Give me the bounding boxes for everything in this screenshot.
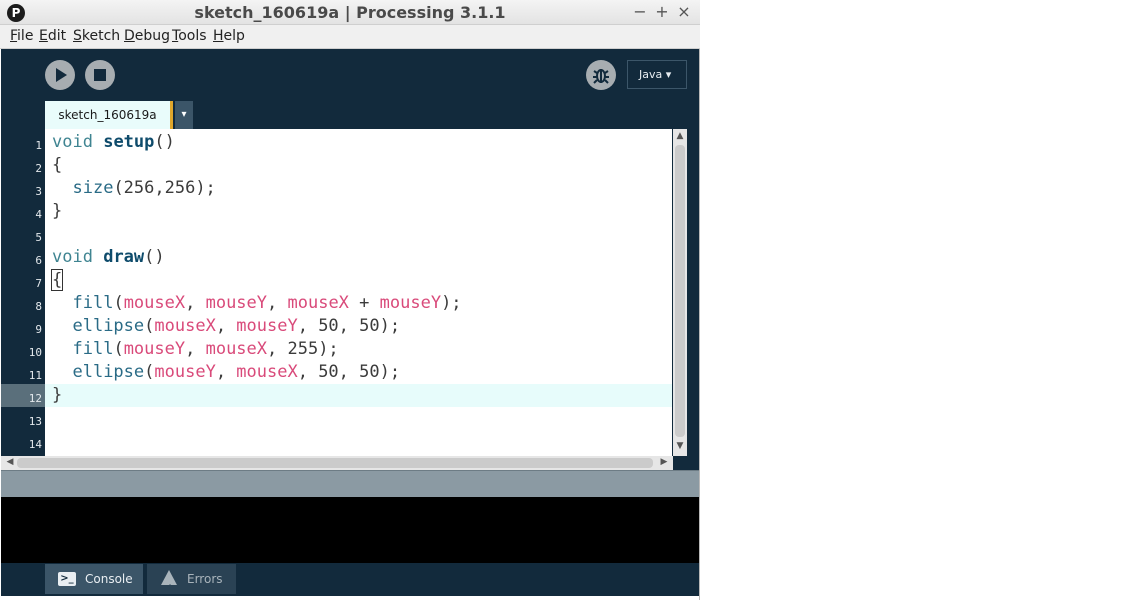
console-output[interactable] [1, 497, 699, 563]
line-number: 7 [35, 277, 42, 290]
stop-icon [94, 69, 106, 81]
code-line[interactable]: fill(mouseY, mouseX, 255); [52, 338, 338, 361]
horizontal-scroll-thumb[interactable] [17, 458, 653, 468]
line-number: 4 [35, 208, 42, 221]
close-icon[interactable]: × [675, 2, 693, 21]
line-number: 9 [35, 323, 42, 336]
scroll-down-icon[interactable]: ▼ [673, 441, 687, 451]
line-number-gutter: 1 2 3 4 5 6 7 8 9 10 11 12 13 14 [1, 129, 45, 456]
line-number: 14 [28, 438, 42, 451]
code-line[interactable]: void draw() [52, 246, 165, 269]
menu-edit[interactable]: Edit [39, 28, 66, 44]
code-line[interactable]: { [52, 154, 62, 177]
code-line[interactable]: } [52, 384, 62, 407]
window-bottom-edge [1, 596, 699, 600]
tab-sketch[interactable]: sketch_160619a [45, 101, 173, 129]
vertical-scroll-thumb[interactable] [675, 145, 685, 437]
mode-selector[interactable]: Java ▾ [627, 60, 687, 89]
scroll-left-icon[interactable]: ◀ [3, 457, 17, 467]
code-editor[interactable]: void setup() { size(256,256); } void dra… [45, 129, 672, 456]
line-number: 1 [35, 139, 42, 152]
line-number: 3 [35, 185, 42, 198]
console-tab-label: Console [85, 572, 133, 586]
window-title: sketch_160619a | Processing 3.1.1 [194, 3, 506, 22]
menu-file[interactable]: File [10, 28, 33, 44]
code-line[interactable]: fill(mouseX, mouseY, mouseX + mouseY); [52, 292, 461, 315]
errors-tab-label: Errors [187, 572, 223, 586]
debugger-bug-icon [593, 69, 609, 84]
menu-tools[interactable]: Tools [172, 28, 207, 44]
debugger-toggle-button[interactable] [586, 60, 616, 90]
vertical-scrollbar[interactable]: ▲ ▼ [673, 129, 687, 456]
run-button[interactable] [45, 60, 75, 90]
sketch-tab-bar: sketch_160619a ▾ [1, 101, 699, 129]
message-area-divider[interactable] [1, 470, 699, 497]
processing-window: P sketch_160619a | Processing 3.1.1 − + … [0, 0, 700, 600]
code-line[interactable]: ellipse(mouseX, mouseY, 50, 50); [52, 315, 400, 338]
menu-debug[interactable]: Debug [124, 28, 170, 44]
code-line[interactable]: { [50, 269, 64, 292]
menu-bar: File Edit Sketch Debug Tools Help [0, 25, 700, 49]
line-number: 11 [28, 369, 42, 382]
scroll-right-icon[interactable]: ▶ [657, 457, 671, 467]
code-line[interactable]: ellipse(mouseY, mouseX, 50, 50); [52, 361, 400, 384]
line-number: 13 [28, 415, 42, 428]
code-line[interactable]: } [52, 200, 62, 223]
toolbar: Java ▾ [1, 49, 699, 101]
line-number: 6 [35, 254, 42, 267]
code-line[interactable]: size(256,256); [52, 177, 215, 200]
tab-errors[interactable]: ! Errors [147, 564, 236, 594]
code-line[interactable]: void setup() [52, 131, 175, 154]
current-line-highlight [45, 384, 672, 407]
title-bar[interactable]: P sketch_160619a | Processing 3.1.1 − + … [0, 0, 700, 25]
stop-button[interactable] [85, 60, 115, 90]
play-icon [56, 68, 67, 82]
line-number: 12 [28, 392, 42, 405]
menu-sketch[interactable]: Sketch [73, 28, 120, 44]
line-number: 5 [35, 231, 42, 244]
console-footer: >_ Console ! Errors [1, 563, 699, 596]
console-icon: >_ [58, 572, 76, 586]
minimize-icon[interactable]: − [631, 2, 649, 21]
scroll-up-icon[interactable]: ▲ [673, 131, 687, 141]
scrollbar-corner [673, 456, 699, 470]
tab-menu-button[interactable]: ▾ [175, 101, 193, 129]
tab-console[interactable]: >_ Console [45, 564, 143, 594]
line-number: 8 [35, 300, 42, 313]
line-number: 2 [35, 162, 42, 175]
menu-help[interactable]: Help [213, 28, 245, 44]
horizontal-scrollbar[interactable]: ◀ ▶ [1, 456, 673, 470]
maximize-icon[interactable]: + [653, 2, 671, 21]
editor-area: 1 2 3 4 5 6 7 8 9 10 11 12 13 14 void se… [1, 129, 699, 470]
line-number: 10 [28, 346, 42, 359]
